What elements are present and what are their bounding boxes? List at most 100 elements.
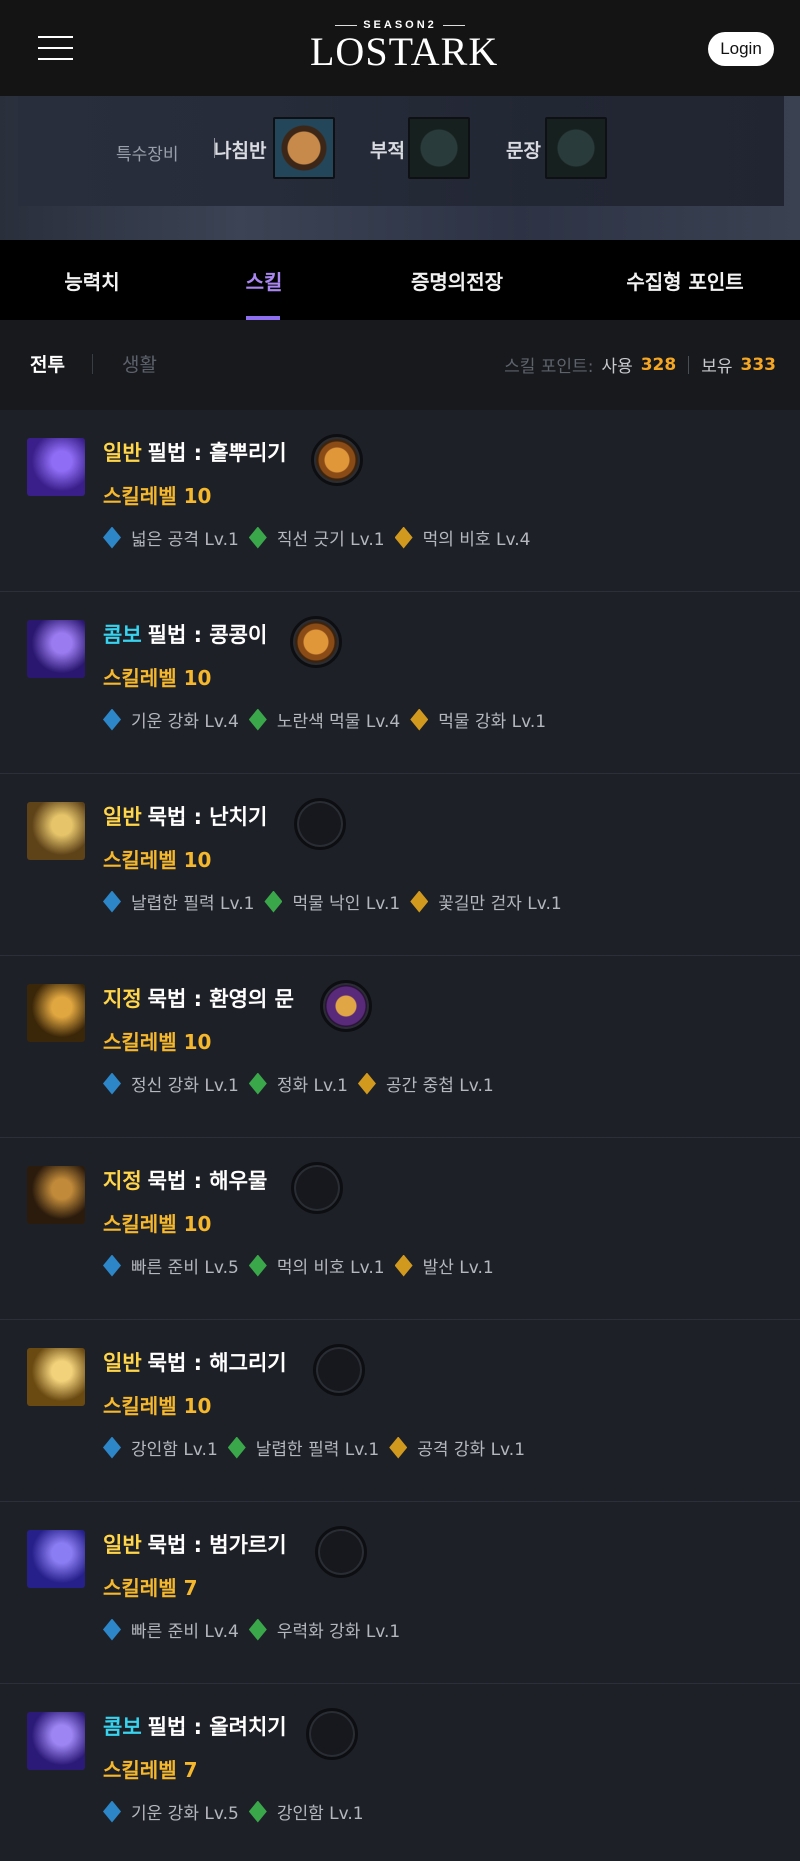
tripod-text: 공격 강화 Lv.1 [417, 1440, 526, 1460]
gem-slot-icon[interactable] [294, 798, 346, 850]
skill-name-text: 묵법 : 해우물 [147, 1169, 268, 1193]
skill-level: 스킬레벨 10 [103, 666, 212, 690]
tripod-text: 강인함 Lv.1 [276, 1804, 364, 1824]
skill-type-label: 일반 [103, 805, 142, 829]
gem-slot-icon[interactable] [290, 616, 342, 668]
compass-slot-icon[interactable] [273, 117, 335, 179]
gem-slot-icon[interactable] [320, 980, 372, 1032]
skill-icon[interactable] [27, 620, 85, 678]
lostark-logo[interactable]: SEASON2 LOSTARK [310, 18, 497, 78]
tripod-text: 노란색 먹물 Lv.4 [276, 712, 401, 732]
tripod-list: 기운 강화 Lv.5 강인함 Lv.1 [103, 1799, 374, 1824]
tripod-tier-icon [248, 526, 267, 549]
skill-type-label: 일반 [103, 1351, 142, 1375]
tripod-tier-icon [394, 526, 413, 549]
tripod-item: 먹의 비호 Lv.4 [394, 525, 531, 550]
tripod-item: 날렵한 필력 Lv.1 [227, 1435, 380, 1460]
hamburger-menu-icon[interactable] [38, 36, 73, 60]
skill-icon[interactable] [27, 1712, 85, 1770]
subtab-life[interactable]: 생활 [122, 350, 157, 377]
skill-name-text: 필법 : 올려치기 [147, 1715, 287, 1739]
skill-points-owned-label: 보유 [701, 357, 733, 377]
tripod-tier-icon [248, 1254, 267, 1277]
skill-type-label: 콤보 [103, 1715, 142, 1739]
tripod-tier-icon [103, 526, 121, 549]
special-equipment-panel: 특수장비 나침반 부적 문장 [18, 96, 784, 206]
tripod-item: 빠른 준비 Lv.5 [103, 1253, 239, 1278]
tripod-item: 노란색 먹물 Lv.4 [248, 707, 401, 732]
skill-level: 스킬레벨 10 [103, 1394, 212, 1418]
tripod-item: 공격 강화 Lv.1 [389, 1435, 525, 1460]
skill-row[interactable]: 일반 필법 : 흩뿌리기 스킬레벨 10 넓은 공격 Lv.1 직선 긋기 Lv.1 먹의… [0, 410, 800, 592]
skill-row[interactable]: 콤보 필법 : 콩콩이 스킬레벨 10 기운 강화 Lv.4 노란색 먹물 Lv.4 먹물… [0, 592, 800, 774]
tab-collectibles[interactable]: 수집형 포인트 [614, 240, 756, 320]
tripod-text: 빠른 준비 Lv.5 [131, 1258, 239, 1278]
gem-slot-icon[interactable] [291, 1162, 343, 1214]
skill-name: 지정 묵법 : 해우물 [103, 1165, 267, 1195]
skill-row[interactable]: 콤보 필법 : 올려치기스킬레벨 7 기운 강화 Lv.5 강인함 Lv.1 [0, 1684, 800, 1861]
tripod-tier-icon [410, 708, 429, 731]
tripod-tier-icon [248, 1800, 267, 1823]
tripod-text: 공간 중첩 Lv.1 [385, 1076, 494, 1096]
skill-row[interactable]: 일반 묵법 : 난치기 스킬레벨 10 날렵한 필력 Lv.1 먹물 낙인 Lv.1 꽃길… [0, 774, 800, 956]
tripod-tier-icon [248, 1072, 267, 1095]
skill-name: 일반 묵법 : 난치기 [103, 801, 267, 831]
tripod-tier-icon [103, 708, 121, 731]
subtab-combat[interactable]: 전투 [30, 350, 65, 377]
amulet-label: 부적 [370, 140, 405, 162]
skill-row[interactable]: 일반 묵법 : 해그리기 스킬레벨 10 강인함 Lv.1 날렵한 필력 Lv.1 공격 … [0, 1320, 800, 1502]
tab-skills[interactable]: 스킬 [224, 240, 304, 320]
tab-proving-grounds[interactable]: 증명의전장 [390, 240, 524, 320]
special-equipment-banner: 특수장비 나침반 부적 문장 [0, 96, 800, 240]
amulet-slot-icon[interactable] [408, 117, 470, 179]
tripod-text: 강인함 Lv.1 [131, 1440, 218, 1460]
tripod-text: 날렵한 필력 Lv.1 [255, 1440, 380, 1460]
skill-level: 스킬레벨 10 [103, 484, 212, 508]
tripod-item: 정신 강화 Lv.1 [103, 1071, 239, 1096]
skill-level: 스킬레벨 7 [103, 1758, 198, 1782]
tripod-tier-icon [357, 1072, 376, 1095]
skill-points-owned-value: 333 [740, 354, 777, 375]
skill-icon[interactable] [27, 1348, 85, 1406]
skill-icon[interactable] [27, 984, 85, 1042]
gem-slot-icon[interactable] [306, 1708, 358, 1760]
skill-level: 스킬레벨 10 [103, 848, 212, 872]
tripod-text: 먹의 비호 Lv.1 [276, 1258, 385, 1278]
tripod-tier-icon [103, 1618, 121, 1641]
emblem-slot-icon[interactable] [545, 117, 607, 179]
tripod-item: 먹물 강화 Lv.1 [410, 707, 546, 732]
skill-icon[interactable] [27, 1166, 85, 1224]
tripod-item: 발산 Lv.1 [394, 1253, 494, 1278]
tripod-text: 기운 강화 Lv.5 [131, 1804, 239, 1824]
skill-row[interactable]: 지정 묵법 : 환영의 문 스킬레벨 10 정신 강화 Lv.1 정화 Lv.1 공간 중… [0, 956, 800, 1138]
skill-row[interactable]: 지정 묵법 : 해우물 스킬레벨 10 빠른 준비 Lv.5 먹의 비호 Lv.1 발산 … [0, 1138, 800, 1320]
tripod-item: 기운 강화 Lv.5 [103, 1799, 239, 1824]
tripod-text: 먹의 비호 Lv.4 [422, 530, 531, 550]
gem-slot-icon[interactable] [311, 434, 363, 486]
skill-subheader: 전투 생활 스킬 포인트: 사용 328 보유 333 [0, 320, 800, 410]
tripod-text: 빠른 준비 Lv.4 [131, 1622, 239, 1642]
emblem-label: 문장 [506, 140, 541, 162]
tripod-list: 기운 강화 Lv.4 노란색 먹물 Lv.4 먹물 강화 Lv.1 [103, 707, 556, 732]
tripod-list: 빠른 준비 Lv.4 우력화 강화 Lv.1 [103, 1617, 410, 1642]
skill-points-used-label: 사용 [601, 357, 633, 377]
skill-type-label: 지정 [103, 987, 142, 1011]
tripod-tier-icon [248, 1618, 267, 1641]
skill-icon[interactable] [27, 802, 85, 860]
login-button[interactable]: Login [708, 32, 774, 66]
gem-slot-icon[interactable] [315, 1526, 367, 1578]
tripod-item: 날렵한 필력 Lv.1 [103, 889, 254, 914]
tripod-text: 먹물 낙인 Lv.1 [292, 894, 401, 914]
skill-row[interactable]: 일반 묵법 : 범가르기 스킬레벨 7 빠른 준비 Lv.4 우력화 강화 Lv.1 [0, 1502, 800, 1684]
skill-name-text: 묵법 : 환영의 문 [147, 987, 294, 1011]
skill-name-text: 묵법 : 범가르기 [147, 1533, 287, 1557]
tab-stats[interactable]: 능력치 [30, 240, 154, 320]
gem-slot-icon[interactable] [313, 1344, 365, 1396]
skill-icon[interactable] [27, 1530, 85, 1588]
tripod-list: 빠른 준비 Lv.5 먹의 비호 Lv.1 발산 Lv.1 [103, 1253, 504, 1278]
skill-name: 일반 필법 : 흩뿌리기 [103, 437, 287, 467]
tripod-tier-icon [410, 890, 429, 913]
skill-icon[interactable] [27, 438, 85, 496]
tripod-tier-icon [103, 1800, 121, 1823]
top-header: SEASON2 LOSTARK Login [0, 0, 800, 96]
